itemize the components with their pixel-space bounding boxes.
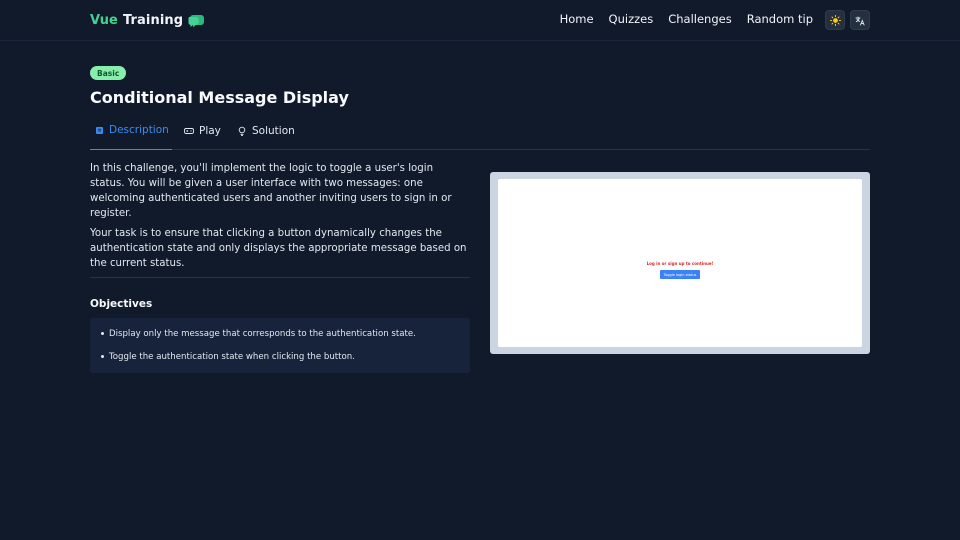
translate-icon	[855, 11, 865, 30]
section-divider	[90, 277, 470, 278]
lightbulb-icon	[237, 126, 247, 136]
brand-logo[interactable]: Vue Training	[90, 10, 206, 30]
nav-link-random-tip[interactable]: Random tip	[747, 12, 813, 26]
top-navbar: Vue Training Home Quizzes Challenges Ran…	[0, 0, 960, 41]
description-paragraph: In this challenge, you'll implement the …	[90, 163, 452, 219]
book-icon	[95, 125, 104, 135]
chat-bubble-icon	[186, 12, 206, 28]
gamepad-icon	[184, 126, 194, 136]
tab-play-label: Play	[199, 124, 221, 137]
tab-solution-label: Solution	[252, 124, 295, 137]
objectives-list: Display only the message that correspond…	[90, 318, 470, 373]
main-nav: Home Quizzes Challenges Random tip	[560, 12, 813, 26]
language-button[interactable]	[850, 10, 870, 30]
objectives-title: Objectives	[90, 298, 153, 310]
bullet-icon	[101, 355, 104, 358]
tab-description[interactable]: Description	[90, 112, 172, 150]
preview-frame: Log in or sign up to continue! Toggle lo…	[490, 172, 870, 354]
toggle-login-button[interactable]: Toggle login status	[660, 270, 700, 279]
preview-screen: Log in or sign up to continue! Toggle lo…	[498, 179, 862, 347]
challenge-tabs: Description Play Solution	[90, 112, 870, 150]
description-paragraph: Your task is to ensure that clicking a b…	[90, 228, 467, 269]
theme-toggle-button[interactable]	[825, 10, 845, 30]
nav-link-quizzes[interactable]: Quizzes	[609, 12, 654, 26]
bullet-icon	[101, 332, 104, 335]
difficulty-badge: Basic	[90, 66, 127, 80]
brand-name-part1: Vue	[90, 12, 118, 28]
tab-description-label: Description	[109, 124, 169, 137]
sun-icon	[829, 11, 841, 30]
page-title: Conditional Message Display	[90, 88, 349, 107]
preview-login-message: Log in or sign up to continue!	[646, 261, 714, 266]
list-item: Toggle the authentication state when cli…	[101, 345, 470, 368]
tab-play[interactable]: Play	[179, 112, 226, 149]
tab-solution[interactable]: Solution	[232, 112, 300, 149]
nav-link-home[interactable]: Home	[560, 12, 594, 26]
brand-name-part2: Training	[122, 12, 184, 28]
objective-text: Toggle the authentication state when cli…	[109, 351, 355, 362]
objective-text: Display only the message that correspond…	[109, 328, 416, 339]
nav-link-challenges[interactable]: Challenges	[668, 12, 732, 26]
challenge-description: In this challenge, you'll implement the …	[90, 161, 470, 271]
list-item: Display only the message that correspond…	[101, 322, 470, 345]
